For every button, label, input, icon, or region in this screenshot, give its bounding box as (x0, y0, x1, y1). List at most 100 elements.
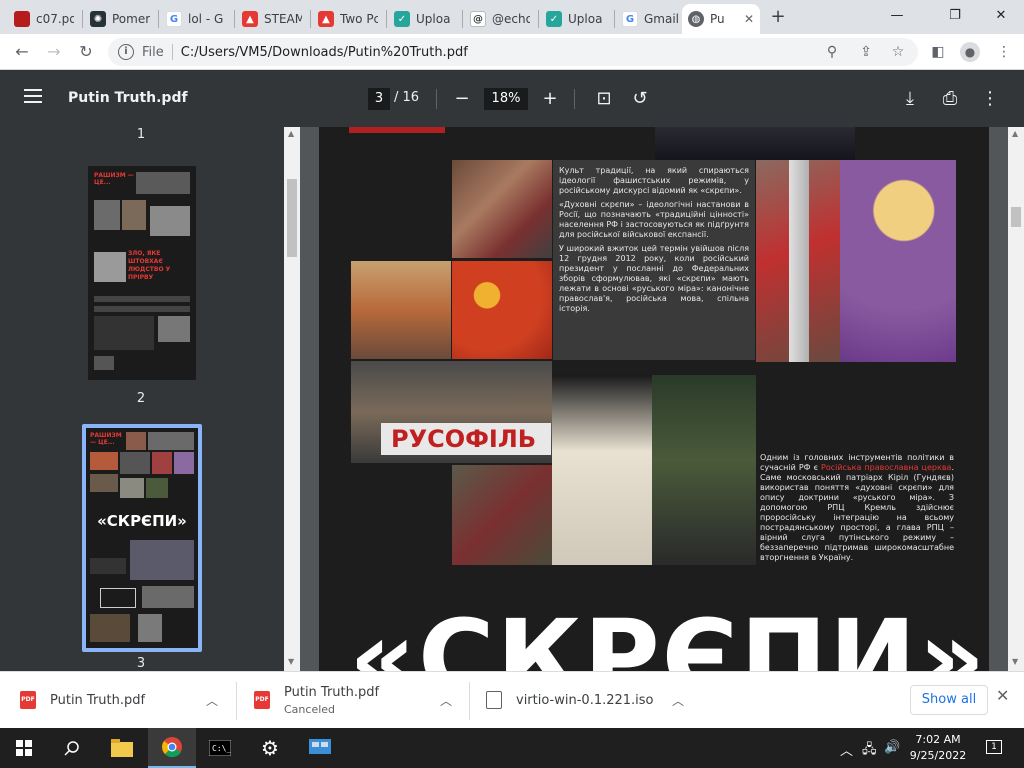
file-explorer-icon[interactable] (98, 728, 146, 768)
close-window-icon[interactable]: ✕ (986, 4, 1016, 28)
photo-suits (655, 127, 855, 161)
tab-upload-2[interactable]: ✓ Uploa (540, 4, 612, 34)
tab-lol[interactable]: G lol - G (160, 4, 232, 34)
chevron-up-icon[interactable]: ︿ (440, 692, 452, 709)
thumb2-headline: ЗЛО, ЯКЕ ШТОВХАЄ ЛЮДСТВО У ПРІРВУ (128, 250, 171, 281)
tray-chevron-icon[interactable]: ︿ (840, 740, 853, 759)
tab-label: STEAM (264, 12, 302, 26)
tab-label: Pu (710, 12, 725, 26)
tab-label: Gmail (644, 12, 680, 26)
thumbnail-page-2[interactable]: РАШИЗМ — ЦЕ... ЗЛО, ЯКЕ ШТОВХАЄ ЛЮДСТВО … (88, 166, 196, 380)
c07-favicon (14, 11, 30, 27)
red-highlight-text: Російська православна церква (821, 463, 952, 472)
profile-avatar-icon[interactable]: ● (956, 38, 984, 66)
big-title-skrepy: «СКРЄПИ» (349, 597, 988, 671)
download-status: Canceled (284, 702, 336, 716)
download-icon[interactable]: ⤓ (898, 87, 922, 111)
notification-icon[interactable]: 1 (986, 738, 1002, 754)
zoom-input[interactable]: 18% (484, 88, 528, 110)
page-total: / 16 (394, 90, 420, 105)
tab-putin-truth[interactable]: ◍ Pu ✕ (682, 4, 760, 34)
thumbnail-page-3-selected[interactable]: РАШИЗМ — ЦЕ... «СКРЄПИ» (82, 424, 202, 652)
show-all-button[interactable]: Show all (910, 685, 988, 715)
system-clock[interactable]: 7:02 AM 9/25/2022 (898, 732, 978, 764)
network-icon[interactable]: 🖧 (862, 740, 877, 762)
pdf-title: Putin Truth.pdf (68, 90, 188, 106)
tab-label: Pomer (112, 12, 150, 26)
settings-gear-icon[interactable]: ⚙ (246, 728, 294, 768)
photo-stalin-icon (840, 160, 956, 362)
photo-flag-pole (789, 160, 809, 362)
side-panel-icon[interactable]: ◧ (924, 38, 952, 66)
photo-hitler-painting (351, 261, 451, 359)
info-icon[interactable]: i (118, 44, 134, 60)
terminal-icon[interactable]: C:\_ (196, 728, 244, 768)
text-orthodox-church: Одним із головних інструментів політики … (760, 453, 954, 562)
thumb2-title: РАШИЗМ — ЦЕ... (94, 172, 134, 186)
photo-crowd-portraits (452, 160, 552, 258)
viewer-scrollbar[interactable]: ▲ ▼ (1008, 127, 1024, 671)
download-shelf: PDF Putin Truth.pdf ︿ PDF Putin Truth.pd… (0, 671, 1024, 728)
tab-upload-1[interactable]: ✓ Uploa (388, 4, 460, 34)
remote-desktop-icon[interactable] (296, 728, 344, 768)
clock-time: 7:02 AM (915, 733, 961, 746)
download-item-3[interactable]: virtio-win-0.1.221.iso ︿ (486, 680, 696, 720)
thumb3-title: РАШИЗМ — ЦЕ... (90, 432, 122, 446)
zoom-out-icon[interactable]: − (450, 87, 474, 111)
chevron-up-icon[interactable]: ︿ (206, 692, 218, 709)
upload-favicon: ✓ (394, 11, 410, 27)
tab-gmail[interactable]: G Gmail (616, 4, 686, 34)
zoom-in-icon[interactable]: + (538, 87, 562, 111)
new-tab-button[interactable]: + (766, 6, 790, 30)
reload-icon[interactable]: ↻ (72, 38, 100, 66)
pdf-page-3: Культ традиції, на який спираються ідеол… (319, 127, 989, 671)
forward-arrow-icon[interactable]: → (40, 38, 68, 66)
bookmark-star-icon[interactable]: ☆ (884, 38, 912, 66)
close-tab-icon[interactable]: ✕ (744, 12, 754, 26)
tab-two-pc[interactable]: ▲ Two Pc (312, 4, 384, 34)
search-icon[interactable] (48, 728, 96, 768)
photo-soviet-poster (452, 261, 552, 359)
iso-file-icon (486, 691, 502, 709)
hamburger-menu-icon[interactable] (24, 89, 42, 103)
pdf-viewer[interactable]: Культ традиції, на який спираються ідеол… (300, 127, 1008, 671)
sidebar-scrollbar[interactable]: ▲ ▼ (284, 127, 300, 671)
pdf-file-icon: PDF (20, 691, 36, 709)
pdf-file-icon: PDF (254, 691, 270, 709)
thumbnail-number-3: 3 (136, 656, 146, 671)
print-icon[interactable]: ⎙ (938, 87, 962, 111)
pdf-favicon: ▲ (242, 11, 258, 27)
rally-banner-text: РУСОФІЛЬ (381, 423, 551, 455)
pomer-favicon: ✺ (90, 11, 106, 27)
chevron-up-icon[interactable]: ︿ (672, 692, 684, 709)
at-favicon: @ (470, 11, 486, 27)
tab-c07[interactable]: c07.pd (8, 4, 80, 34)
zoom-icon[interactable]: ⚲ (818, 38, 846, 66)
tab-pomer[interactable]: ✺ Pomer (84, 4, 156, 34)
scheme-label: File (142, 44, 164, 60)
tab-label: Uploa (568, 12, 603, 26)
text-paragraph-1: Культ традиції, на який спираються ідеол… (559, 166, 749, 195)
minimize-icon[interactable]: — (882, 4, 912, 28)
download-item-1[interactable]: PDF Putin Truth.pdf ︿ (20, 680, 230, 720)
share-icon[interactable]: ⇪ (852, 38, 880, 66)
address-bar[interactable]: i File C:/Users/VM5/Downloads/Putin%20Tr… (108, 38, 918, 66)
thumbnail-number-1: 1 (136, 127, 146, 142)
back-arrow-icon[interactable]: ← (8, 38, 36, 66)
url-text[interactable]: C:/Users/VM5/Downloads/Putin%20Truth.pdf (181, 45, 468, 60)
photo-patriarch-kirill (552, 375, 652, 565)
more-options-icon[interactable]: ⋮ (978, 87, 1002, 111)
tab-echo[interactable]: @ @echo (464, 4, 536, 34)
page-number-input[interactable]: 3 (368, 88, 390, 110)
start-windows-icon[interactable] (0, 728, 48, 768)
download-item-2[interactable]: PDF Putin Truth.pdf Canceled ︿ (254, 680, 464, 720)
chrome-icon[interactable] (148, 728, 196, 768)
close-shelf-icon[interactable]: ✕ (996, 686, 1009, 705)
menu-kebab-icon[interactable]: ⋮ (990, 38, 1018, 66)
fit-page-icon[interactable]: ⊡ (592, 87, 616, 111)
restore-icon[interactable]: ❐ (940, 4, 970, 28)
upload-favicon: ✓ (546, 11, 562, 27)
tab-label: Uploa (416, 12, 451, 26)
rotate-icon[interactable]: ↺ (628, 87, 652, 111)
tab-steam[interactable]: ▲ STEAM (236, 4, 308, 34)
